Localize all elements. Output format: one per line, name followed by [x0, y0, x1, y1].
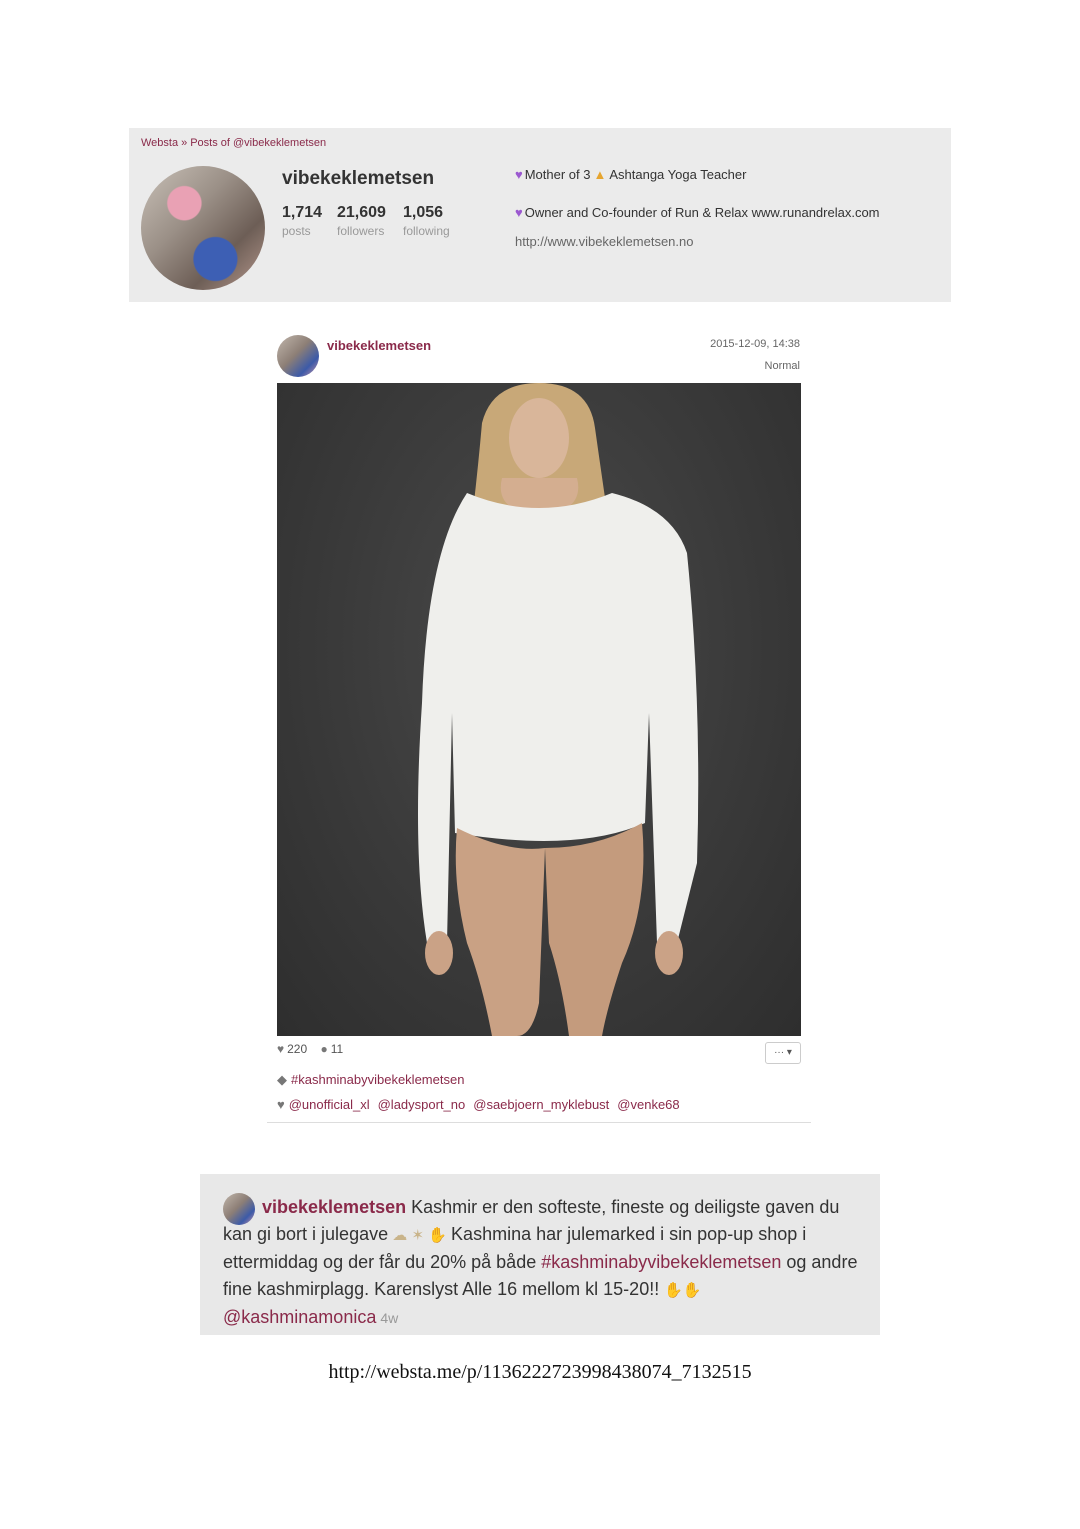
comment-icon[interactable]: ●	[321, 1042, 328, 1056]
raised-hands-icon: ✋✋	[664, 1281, 702, 1299]
followers-count: 21,609	[337, 204, 386, 221]
dizzy-icon: ✶	[407, 1226, 425, 1244]
caption-time: 4w	[380, 1310, 399, 1326]
cloud-icon: ☁	[388, 1226, 408, 1244]
post-hashtag[interactable]: #kashminabyvibekeklemetsen	[291, 1072, 464, 1087]
bio-mother-text: Mother of 3	[524, 167, 591, 182]
bio-line-2: ♥ Owner and Co-founder of Run & Relax www…	[515, 205, 880, 220]
heart-icon: ♥	[277, 1097, 285, 1112]
likes-count: 220	[287, 1042, 308, 1056]
following-label: following	[403, 224, 450, 238]
post-engagement: ♥ 220 ● 11	[277, 1042, 343, 1056]
followers-label: followers	[337, 224, 385, 238]
post-tags: ◆ #kashminabyvibekeklemetsen	[277, 1072, 464, 1088]
mention-link[interactable]: @venke68	[617, 1097, 679, 1112]
following-count: 1,056	[403, 204, 444, 221]
post-card: vibekeklemetsen 2015-12-09, 14:38 Normal…	[267, 330, 811, 1123]
post-photo-illustration	[418, 383, 699, 1036]
caption-box: vibekeklemetsen Kashmir er den softeste,…	[200, 1174, 880, 1335]
breadcrumb-posts-link[interactable]: Posts of @vibekeklemetsen	[190, 137, 326, 149]
post-more-button[interactable]: ··· ▾	[765, 1042, 801, 1064]
posts-stat[interactable]: 1,714 posts	[282, 204, 322, 238]
bio-yoga-text: Ashtanga Yoga Teacher	[609, 167, 747, 182]
breadcrumb-websta-link[interactable]: Websta	[141, 137, 178, 149]
breadcrumb: Websta» Posts of @vibekeklemetsen	[141, 137, 326, 149]
mention-link[interactable]: @ladysport_no	[378, 1097, 466, 1112]
mention-link[interactable]: @unofficial_xl	[289, 1097, 370, 1112]
profile-header: Websta» Posts of @vibekeklemetsen vibekek…	[129, 128, 951, 302]
bio-owner-text: Owner and Co-founder of Run & Relax www.…	[524, 205, 880, 220]
posts-count: 1,714	[282, 204, 323, 221]
profile-avatar[interactable]	[141, 166, 265, 290]
post-username[interactable]: vibekeklemetsen	[327, 338, 431, 353]
posts-label: posts	[282, 224, 311, 238]
post-mentions: ♥ @unofficial_xl @ladysport_no @saebjoern_m…	[277, 1097, 688, 1112]
profile-username[interactable]: vibekeklemetsen	[282, 168, 434, 190]
followers-stat[interactable]: 21,609 followers	[337, 204, 386, 238]
post-photo[interactable]	[277, 383, 801, 1036]
ok-hand-icon: ✋	[424, 1226, 452, 1244]
comments-count: 11	[330, 1042, 344, 1056]
caption-hashtag[interactable]: #kashminabyvibekeklemetsen	[541, 1252, 781, 1272]
heart-icon[interactable]: ♥	[277, 1042, 284, 1056]
post-date: 2015-12-09, 14:38	[710, 338, 800, 350]
bio-line-1: ♥ Mother of 3 ▲ Ashtanga Yoga Teacher	[515, 167, 746, 182]
breadcrumb-separator: »	[181, 137, 188, 149]
profile-website-link[interactable]: http://www.vibekeklemetsen.no	[515, 234, 693, 249]
tag-icon: ◆	[277, 1072, 287, 1087]
post-filter: Normal	[764, 360, 800, 372]
following-stat[interactable]: 1,056 following	[403, 204, 450, 238]
purple-heart-icon: ♥	[515, 205, 523, 220]
caption-text: vibekeklemetsen Kashmir er den softeste,…	[223, 1194, 863, 1332]
caption-username[interactable]: vibekeklemetsen	[262, 1197, 406, 1217]
source-url: http://websta.me/p/1136222723998438074_7…	[328, 1361, 752, 1383]
mention-link[interactable]: @saebjoern_myklebust	[473, 1097, 609, 1112]
caption-mention[interactable]: @kashminamonica	[223, 1307, 376, 1327]
purple-heart-icon: ♥	[515, 167, 523, 182]
pray-icon: ▲	[593, 167, 607, 182]
post-avatar[interactable]	[277, 335, 319, 377]
